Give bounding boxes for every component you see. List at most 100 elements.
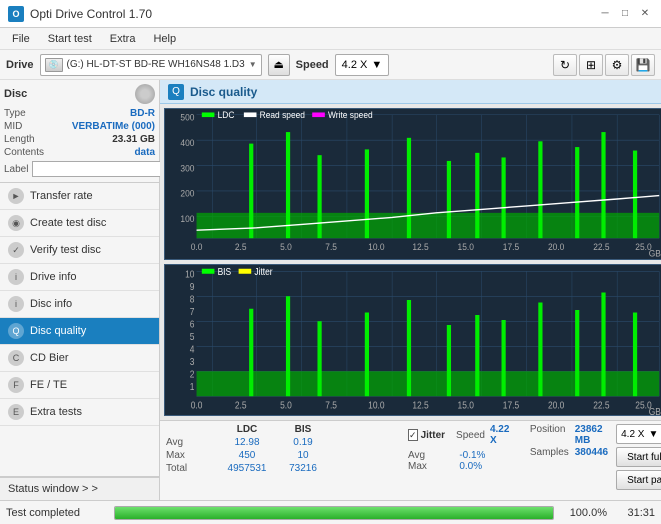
sidebar-item-create-test-disc[interactable]: ◉ Create test disc <box>0 210 159 237</box>
drive-info-icon: i <box>8 269 24 285</box>
speed-dropdown-value: 4.2 X <box>621 429 644 440</box>
window-controls: ─ □ ✕ <box>597 6 653 22</box>
svg-text:20.0: 20.0 <box>548 400 564 411</box>
ldc-chart-svg: 500 400 300 200 100 18X 16X 14X 12X 10X … <box>165 109 661 259</box>
main-content: Q Disc quality <box>160 80 661 500</box>
menu-help[interactable]: Help <box>145 31 184 47</box>
speed-dropdown[interactable]: 4.2 X ▼ <box>616 424 661 444</box>
action-buttons: 4.2 X ▼ Start full Start part <box>616 424 661 490</box>
sidebar-item-transfer-rate[interactable]: ► Transfer rate <box>0 183 159 210</box>
jitter-section: ✓ Jitter Speed 4.22 X Avg -0.1% Max 0.0% <box>408 424 512 472</box>
svg-text:5.0: 5.0 <box>280 241 292 251</box>
max-label: Max <box>166 450 216 461</box>
status-window-label: Status window > > <box>8 483 98 495</box>
jitter-label: Jitter <box>421 430 445 441</box>
menubar: File Start test Extra Help <box>0 28 661 50</box>
stats-table: LDC BIS Avg 12.98 0.19 Max 450 10 Total <box>166 424 394 474</box>
menu-extra[interactable]: Extra <box>102 31 144 47</box>
transfer-rate-icon: ► <box>8 188 24 204</box>
position-grid: Position 23862 MB Samples 380446 <box>530 424 608 458</box>
sidebar-item-verify-test-disc[interactable]: ✓ Verify test disc <box>0 237 159 264</box>
svg-text:15.0: 15.0 <box>458 241 474 251</box>
jitter-checkbox[interactable]: ✓ <box>408 429 418 441</box>
bis-chart: 10 9 8 7 6 5 4 3 2 1 10% 8% 6% 4% 2% <box>164 264 661 416</box>
start-part-button[interactable]: Start part <box>616 470 661 490</box>
sidebar-item-cd-bier[interactable]: C CD Bier <box>0 345 159 372</box>
svg-text:10.0: 10.0 <box>368 241 384 251</box>
svg-text:Jitter: Jitter <box>254 266 272 277</box>
status-window-btn[interactable]: Status window > > <box>0 477 159 500</box>
drivebar: Drive 💿 (G:) HL-DT-ST BD-RE WH16NS48 1.D… <box>0 50 661 80</box>
speed-dropdown-arrow: ▼ <box>648 429 658 440</box>
fe-te-icon: F <box>8 377 24 393</box>
start-full-button[interactable]: Start full <box>616 447 661 467</box>
menu-file[interactable]: File <box>4 31 38 47</box>
svg-text:1: 1 <box>190 381 195 392</box>
position-section: Position 23862 MB Samples 380446 <box>530 424 608 458</box>
svg-text:17.5: 17.5 <box>503 241 519 251</box>
settings-button[interactable]: ⚙ <box>605 54 629 76</box>
verify-test-disc-icon: ✓ <box>8 242 24 258</box>
ldc-total: 4957531 <box>222 463 272 474</box>
speed-select[interactable]: 4.2 X ▼ <box>335 54 390 76</box>
svg-text:7.5: 7.5 <box>325 241 337 251</box>
sidebar-item-fe-te[interactable]: F FE / TE <box>0 372 159 399</box>
eject-icon[interactable]: ⏏ <box>268 54 290 76</box>
disc-quality-header: Q Disc quality <box>160 80 661 104</box>
sidebar-bottom: Status window > > <box>0 476 159 500</box>
disc-label-input[interactable] <box>32 161 166 177</box>
sidebar-item-disc-info[interactable]: i Disc info <box>0 291 159 318</box>
svg-text:9: 9 <box>190 281 195 292</box>
svg-text:0.0: 0.0 <box>191 400 203 411</box>
sidebar: Disc Type BD-R MID VERBATIMe (000) Lengt… <box>0 80 160 500</box>
disc-quality-header-icon: Q <box>168 84 184 100</box>
sidebar-item-drive-info[interactable]: i Drive info <box>0 264 159 291</box>
total-label: Total <box>166 463 216 474</box>
maximize-button[interactable]: □ <box>617 6 633 22</box>
progress-bar-container <box>114 506 554 520</box>
speed-stat-label: Speed <box>456 430 485 441</box>
disc-panel: Disc Type BD-R MID VERBATIMe (000) Lengt… <box>0 80 159 183</box>
svg-text:20.0: 20.0 <box>548 241 564 251</box>
position-label: Position <box>530 424 569 446</box>
create-test-disc-icon: ◉ <box>8 215 24 231</box>
drive-select[interactable]: 💿 (G:) HL-DT-ST BD-RE WH16NS48 1.D3 ▼ <box>40 54 262 76</box>
stats-max-row: Max 450 10 <box>166 450 394 461</box>
svg-text:4: 4 <box>190 344 195 355</box>
disc-info-label: Disc info <box>30 298 72 310</box>
stats-headers: LDC BIS <box>166 424 394 435</box>
drive-dropdown-arrow: ▼ <box>249 60 257 69</box>
sidebar-item-extra-tests[interactable]: E Extra tests <box>0 399 159 426</box>
refresh-button[interactable]: ↻ <box>553 54 577 76</box>
svg-text:3: 3 <box>190 356 195 367</box>
drive-label: Drive <box>6 59 34 71</box>
fe-te-label: FE / TE <box>30 379 67 391</box>
titlebar-left: O Opti Drive Control 1.70 <box>8 6 152 22</box>
samples-value: 380446 <box>575 447 608 458</box>
sidebar-item-disc-quality[interactable]: Q Disc quality <box>0 318 159 345</box>
titlebar: O Opti Drive Control 1.70 ─ □ ✕ <box>0 0 661 28</box>
svg-text:7: 7 <box>190 306 195 317</box>
stats-bar: LDC BIS Avg 12.98 0.19 Max 450 10 Total <box>160 420 661 500</box>
minimize-button[interactable]: ─ <box>597 6 613 22</box>
disc-quality-label: Disc quality <box>30 325 86 337</box>
progress-text: 100.0% <box>562 507 607 519</box>
bis-col-header: BIS <box>278 424 328 435</box>
charts-area: 500 400 300 200 100 18X 16X 14X 12X 10X … <box>160 104 661 420</box>
svg-text:Write speed: Write speed <box>328 110 373 120</box>
compare-button[interactable]: ⊞ <box>579 54 603 76</box>
jitter-header-row: ✓ Jitter Speed 4.22 X <box>408 424 512 446</box>
close-button[interactable]: ✕ <box>637 6 653 22</box>
svg-text:100: 100 <box>180 214 194 224</box>
save-button[interactable]: 💾 <box>631 54 655 76</box>
jitter-avg-value: -0.1% <box>459 450 512 461</box>
svg-text:12.5: 12.5 <box>412 400 428 411</box>
svg-text:17.5: 17.5 <box>503 400 519 411</box>
menu-start-test[interactable]: Start test <box>40 31 100 47</box>
bis-avg: 0.19 <box>278 437 328 448</box>
titlebar-title: Opti Drive Control 1.70 <box>30 7 152 21</box>
disc-mid-row: MID VERBATIMe (000) <box>4 121 155 132</box>
main-layout: Disc Type BD-R MID VERBATIMe (000) Lengt… <box>0 80 661 500</box>
svg-text:LDC: LDC <box>218 110 235 120</box>
svg-text:7.5: 7.5 <box>325 400 337 411</box>
